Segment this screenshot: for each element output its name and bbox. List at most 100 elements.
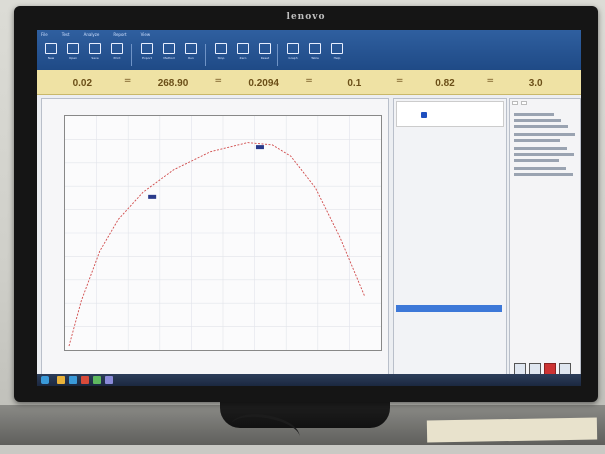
ribbon-button[interactable]: Reset (255, 42, 275, 68)
ribbon-button[interactable]: New (41, 42, 61, 68)
ribbon-button-label: Reset (260, 56, 270, 60)
property-row[interactable] (396, 249, 502, 256)
ribbon-button-label: Stop (217, 56, 225, 60)
taskbar-app-icon[interactable] (81, 376, 89, 384)
data-marker[interactable] (148, 194, 157, 199)
property-row[interactable] (396, 145, 502, 152)
property-row[interactable] (396, 321, 502, 328)
property-row[interactable] (396, 225, 502, 232)
ribbon-button[interactable]: Help (327, 42, 347, 68)
property-row[interactable] (396, 129, 502, 136)
property-row[interactable] (396, 281, 502, 288)
property-row[interactable] (396, 345, 502, 352)
property-row[interactable] (396, 137, 502, 144)
ribbon-button-label: Zero (239, 56, 247, 60)
property-row[interactable] (396, 273, 502, 280)
ribbon-button-label: New (47, 56, 55, 60)
side-text-line (514, 125, 568, 128)
property-row[interactable] (396, 209, 502, 216)
side-tab-1[interactable] (512, 101, 518, 105)
property-row[interactable] (396, 217, 502, 224)
result-value: 0.2094 (248, 78, 279, 89)
ribbon-button[interactable]: Graph (283, 42, 303, 68)
property-row[interactable] (396, 177, 502, 184)
preview-box (396, 101, 504, 127)
property-row[interactable] (396, 297, 502, 304)
ribbon-tab[interactable]: Report (113, 32, 126, 37)
ribbon-button-icon (237, 43, 249, 54)
ribbon-tab[interactable]: View (141, 32, 151, 37)
ribbon-button[interactable]: Save (85, 42, 105, 68)
paper-on-desk (426, 417, 598, 443)
screen: File Test Analyze Report View New Open Save Pri… (37, 30, 581, 386)
result-value: 0.82 (435, 78, 455, 89)
ribbon-button[interactable]: Print (107, 42, 127, 68)
side-text-line (514, 153, 574, 156)
result-cell: 0.02 (37, 70, 128, 94)
ribbon-tab[interactable]: Analyze (84, 32, 100, 37)
ribbon-button[interactable]: Table (305, 42, 325, 68)
curve-chart (65, 116, 381, 350)
result-cell: 0.2094 (218, 70, 309, 94)
property-row[interactable] (396, 265, 502, 272)
property-row[interactable] (396, 337, 502, 344)
ribbon-button-label: Graph (288, 56, 298, 60)
ribbon-button-label: Save (91, 56, 99, 60)
ribbon-button[interactable]: Method (159, 42, 179, 68)
property-row[interactable] (396, 313, 502, 320)
result-cell: 0.1 (309, 70, 400, 94)
result-value: 0.1 (347, 78, 362, 89)
property-row[interactable] (396, 257, 502, 264)
ribbon-button[interactable]: Zero (233, 42, 253, 68)
ribbon-separator (277, 44, 278, 66)
property-row[interactable] (396, 193, 502, 200)
ribbon-button-icon (215, 43, 227, 54)
side-tab-2[interactable] (521, 101, 527, 105)
property-row[interactable] (396, 153, 502, 160)
start-button[interactable] (41, 376, 49, 384)
property-row[interactable] (396, 161, 502, 168)
taskbar-app-icon[interactable] (69, 376, 77, 384)
ribbon-toolbar: File Test Analyze Report View New Open Save Pri… (37, 30, 581, 70)
taskbar-app-icon[interactable] (93, 376, 101, 384)
ribbon-button-icon (259, 43, 271, 54)
taskbar (37, 374, 581, 386)
side-text-line (514, 133, 575, 136)
ribbon-tab[interactable]: File (41, 32, 48, 37)
property-row[interactable] (396, 329, 502, 336)
property-row[interactable] (396, 185, 502, 192)
plot-panel (41, 98, 389, 382)
property-row[interactable] (396, 353, 502, 360)
ribbon-button-label: Open (68, 56, 77, 60)
ribbon-button[interactable]: Run (181, 42, 201, 68)
monitor-brand-logo: lenovo (286, 12, 326, 22)
property-row[interactable] (396, 241, 502, 248)
result-value: 268.90 (157, 78, 189, 89)
result-cell: 268.90 (128, 70, 219, 94)
property-row[interactable] (396, 169, 502, 176)
taskbar-app-icon[interactable] (105, 376, 113, 384)
side-tabs (512, 101, 527, 105)
side-panel (509, 98, 581, 382)
ribbon-separator (205, 44, 206, 66)
ribbon-button-icon (67, 43, 79, 54)
property-row[interactable] (396, 233, 502, 240)
ribbon-button[interactable]: Export (137, 42, 157, 68)
plot-area[interactable] (64, 115, 382, 351)
data-marker[interactable] (255, 145, 264, 150)
monitor: lenovo File Test Analyze Report View New Open… (14, 6, 598, 402)
side-text-line (514, 147, 567, 150)
ribbon-button[interactable]: Stop (211, 42, 231, 68)
result-value: 0.02 (72, 78, 93, 89)
property-row[interactable] (396, 361, 502, 368)
property-row[interactable] (396, 201, 502, 208)
properties-panel (393, 98, 507, 382)
ribbon-tab[interactable]: Test (62, 32, 70, 37)
property-row[interactable] (396, 289, 502, 296)
taskbar-app-icon[interactable] (57, 376, 65, 384)
ribbon-button[interactable]: Open (63, 42, 83, 68)
results-bar: 0.02 = 268.90 = 0.2094 = 0.1 = 0.82 = 3.0 (37, 70, 581, 95)
side-text-line (514, 119, 561, 122)
property-row[interactable] (396, 305, 502, 312)
ribbon-tabs: File Test Analyze Report View (41, 32, 150, 37)
